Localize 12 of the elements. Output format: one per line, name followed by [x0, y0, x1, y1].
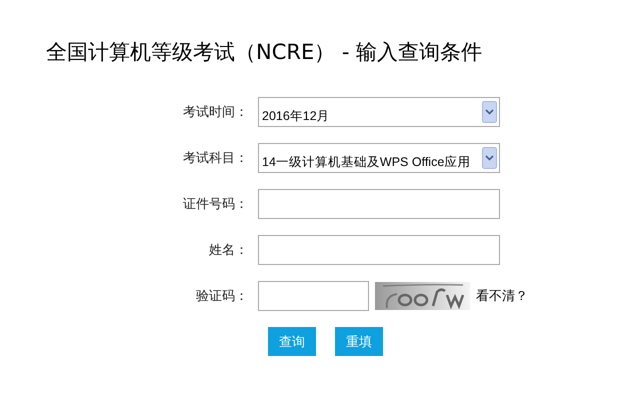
refresh-captcha-link[interactable]: 看不清？ — [476, 287, 528, 305]
field-label: 考试科目： — [182, 150, 249, 167]
field-label: 姓名： — [208, 242, 249, 259]
page-title: 全国计算机等级考试（NCRE） - 输入查询条件 — [46, 39, 482, 66]
dropdown[interactable]: 2016年12月 — [258, 97, 500, 127]
field-label: 证件号码： — [182, 196, 249, 213]
field-label: 验证码： — [195, 288, 249, 305]
dropdown[interactable]: 14一级计算机基础及WPS Office应用 — [258, 143, 500, 173]
field-label: 考试时间： — [182, 104, 249, 121]
input-field[interactable] — [258, 235, 500, 265]
input-field[interactable] — [258, 189, 500, 219]
input-field[interactable] — [258, 281, 369, 311]
